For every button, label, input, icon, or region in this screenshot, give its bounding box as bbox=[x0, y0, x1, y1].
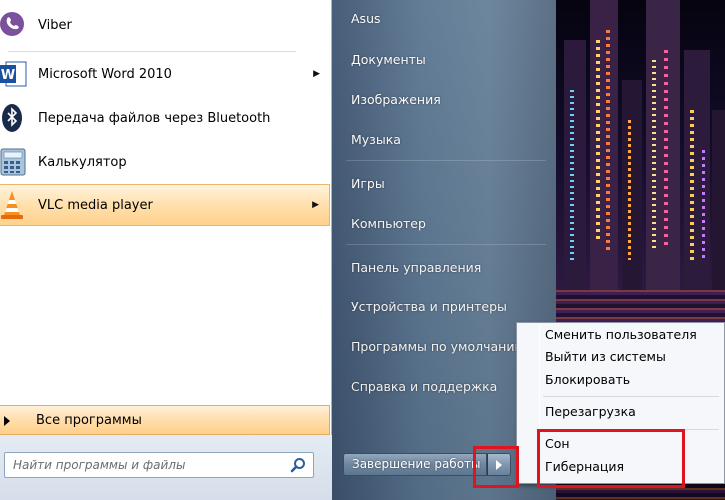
bluetooth-icon bbox=[0, 101, 28, 135]
menu-item-hibernate[interactable]: Гибернация bbox=[545, 459, 624, 474]
place-item-games[interactable]: Игры bbox=[351, 176, 385, 191]
program-label: Microsoft Word 2010 bbox=[38, 66, 172, 82]
menu-item-lock[interactable]: Блокировать bbox=[545, 372, 630, 387]
all-programs-label: Все программы bbox=[36, 413, 142, 428]
program-label: Передача файлов через Bluetooth bbox=[38, 110, 271, 126]
place-item-documents[interactable]: Документы bbox=[351, 52, 426, 67]
place-item-devices-printers[interactable]: Устройства и принтеры bbox=[351, 299, 507, 314]
submenu-arrow-icon: ▶ bbox=[313, 69, 320, 79]
menu-item-log-off[interactable]: Выйти из системы bbox=[545, 349, 666, 364]
viber-icon bbox=[0, 8, 28, 42]
shutdown-button[interactable]: Завершение работы bbox=[343, 453, 487, 476]
place-item-computer[interactable]: Компьютер bbox=[351, 216, 426, 231]
triangle-right-icon bbox=[496, 460, 502, 470]
search-input[interactable] bbox=[13, 456, 283, 474]
place-item-help-support[interactable]: Справка и поддержка bbox=[351, 379, 497, 394]
program-label: Viber bbox=[38, 17, 72, 33]
search-box[interactable] bbox=[4, 452, 314, 478]
place-item-default-programs[interactable]: Программы по умолчанию bbox=[351, 339, 525, 354]
program-item-calculator[interactable]: Калькулятор bbox=[0, 141, 330, 183]
calculator-icon bbox=[0, 145, 28, 179]
program-item-bluetooth[interactable]: Передача файлов через Bluetooth bbox=[0, 97, 330, 139]
start-menu-programs-pane: Viber W Microsoft Word 2010 ▶ Передача ф… bbox=[0, 0, 332, 500]
submenu-arrow-icon: ▶ bbox=[312, 200, 319, 210]
program-item-vlc[interactable]: VLC media player ▶ bbox=[0, 184, 330, 226]
menu-item-switch-user[interactable]: Сменить пользователя bbox=[545, 327, 697, 342]
program-label: VLC media player bbox=[38, 197, 153, 213]
place-item-pictures[interactable]: Изображения bbox=[351, 92, 441, 107]
place-item-music[interactable]: Музыка bbox=[351, 132, 401, 147]
word-icon: W bbox=[0, 57, 28, 91]
program-item-word[interactable]: W Microsoft Word 2010 ▶ bbox=[0, 53, 330, 95]
program-item-viber[interactable]: Viber bbox=[0, 4, 330, 46]
program-label: Калькулятор bbox=[38, 154, 127, 170]
all-programs-button[interactable]: Все программы bbox=[0, 405, 330, 435]
search-icon[interactable] bbox=[290, 457, 306, 473]
place-item-control-panel[interactable]: Панель управления bbox=[351, 260, 481, 275]
power-options-menu: Сменить пользователя Выйти из системы Бл… bbox=[516, 322, 725, 484]
vlc-icon bbox=[0, 188, 28, 222]
triangle-right-icon bbox=[4, 416, 10, 426]
place-item-user[interactable]: Asus bbox=[351, 11, 381, 26]
search-area bbox=[0, 435, 332, 500]
menu-item-restart[interactable]: Перезагрузка bbox=[545, 404, 636, 419]
svg-text:W: W bbox=[1, 68, 15, 83]
menu-item-sleep[interactable]: Сон bbox=[545, 436, 570, 451]
shutdown-options-button[interactable] bbox=[487, 453, 511, 476]
